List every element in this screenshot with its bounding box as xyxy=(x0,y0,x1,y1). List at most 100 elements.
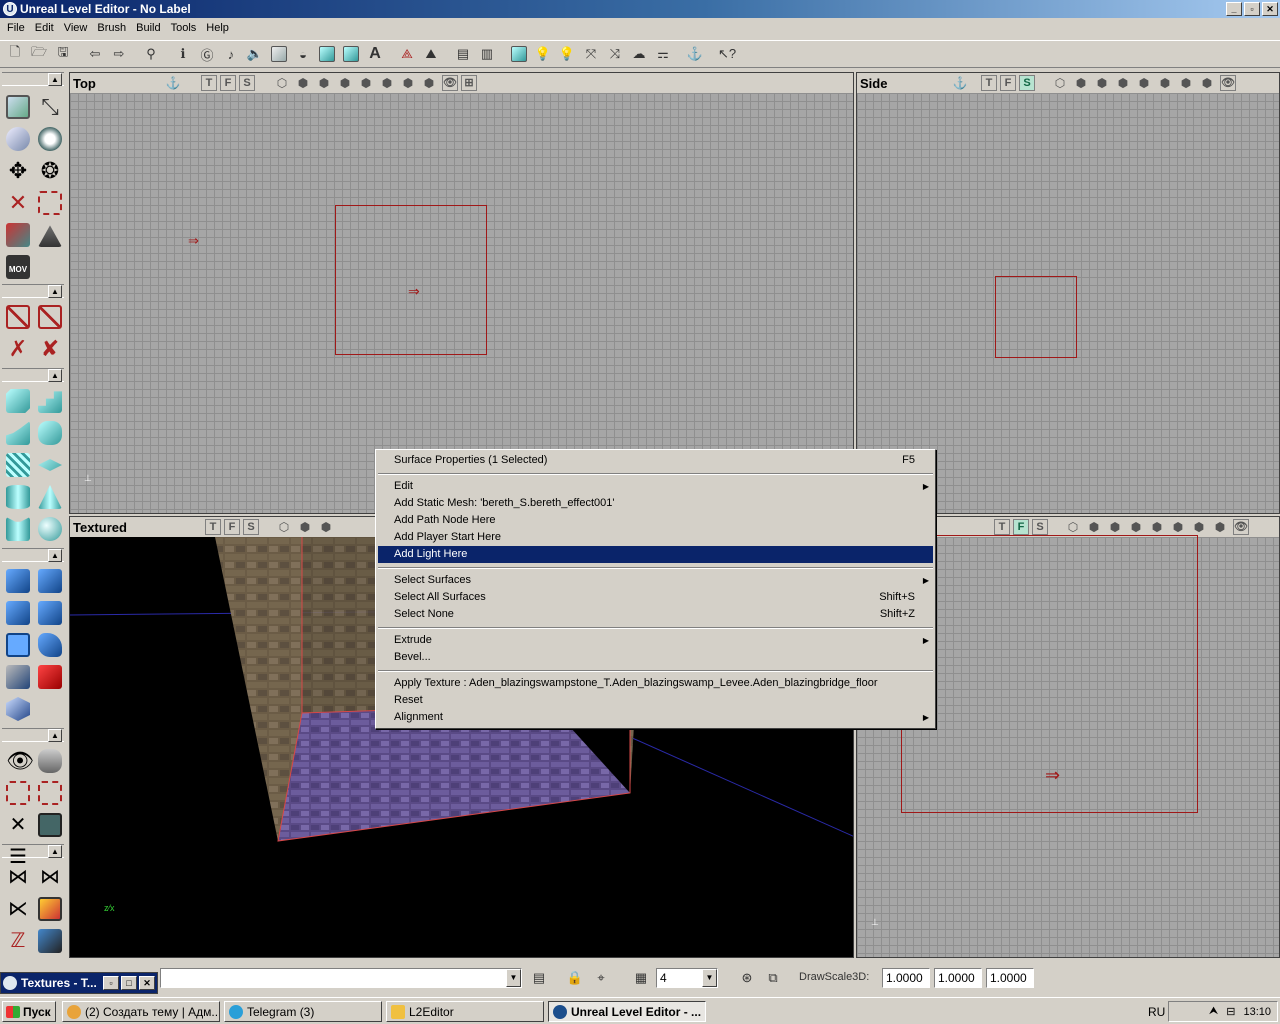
textured-icon[interactable]: ⬢ xyxy=(1149,519,1165,535)
context-menu-item[interactable]: Edit ▶ xyxy=(376,478,935,495)
taskbar-item-l2editor[interactable]: L2Editor xyxy=(386,1001,544,1022)
chevron-down-icon[interactable]: ▼ xyxy=(506,969,521,987)
add-brush-icon[interactable] xyxy=(3,566,33,596)
grid-size-select[interactable]: 4 ▼ xyxy=(656,968,718,988)
face-drag-tool[interactable] xyxy=(35,188,65,218)
view-side-button[interactable]: S xyxy=(1032,519,1048,535)
dynamic-light-icon[interactable]: ⬢ xyxy=(379,75,395,91)
rotate-tool[interactable] xyxy=(3,124,33,154)
light-options-icon[interactable]: 💡 xyxy=(556,43,578,65)
redo-icon[interactable]: ⇨ xyxy=(108,43,130,65)
stairs-builder-icon[interactable] xyxy=(35,386,65,416)
builder-brush[interactable] xyxy=(995,276,1077,358)
start-button[interactable]: Пуск xyxy=(2,1001,56,1022)
show-flags-icon[interactable]: 👁 xyxy=(1220,75,1236,91)
drawscale-x-input[interactable]: 1.0000 xyxy=(882,968,930,988)
curved-stairs-builder-icon[interactable] xyxy=(3,418,33,448)
show-flags-icon[interactable]: 👁 xyxy=(442,75,458,91)
unlit-icon[interactable]: ⬢ xyxy=(1191,519,1207,535)
actor-marker[interactable]: ⇒ xyxy=(188,233,199,249)
zone-icon[interactable]: ⬢ xyxy=(1073,75,1089,91)
side-viewport[interactable]: Side ⚓ T F S ⬡ ⬢ ⬢ ⬢ ⬢ ⬢ ⬢ ⬢ 👁 xyxy=(856,72,1280,514)
new-file-icon[interactable]: 🗋 xyxy=(4,43,26,65)
view-top-button[interactable]: T xyxy=(994,519,1010,535)
chevron-down-icon[interactable]: ▼ xyxy=(702,969,717,987)
viewport-lock-icon[interactable]: ⊞ xyxy=(461,75,477,91)
font-browser-icon[interactable]: A xyxy=(364,43,386,65)
tray-arrow-icon[interactable]: ⮝ xyxy=(1209,1005,1218,1018)
bsp-cuts-icon[interactable]: ⬢ xyxy=(1115,75,1131,91)
menu-build[interactable]: Build xyxy=(131,22,165,34)
sphere-builder-icon[interactable] xyxy=(35,514,65,544)
cube-builder-icon[interactable] xyxy=(3,386,33,416)
texture-browser-icon[interactable] xyxy=(268,43,290,65)
context-help-icon[interactable]: ↖? xyxy=(716,43,738,65)
rotate-camera-tool[interactable] xyxy=(35,124,65,154)
group-browser-icon[interactable]: Ⓖ xyxy=(196,43,218,65)
taskbar-item-browser[interactable]: (2) Создать тему | Адм... xyxy=(62,1001,220,1022)
lighting-only-icon[interactable]: ⬢ xyxy=(1212,519,1228,535)
context-menu-item[interactable]: Select All Surfaces Shift+S xyxy=(376,589,935,606)
wireframe-icon[interactable]: ⬡ xyxy=(274,75,290,91)
build-all-icon[interactable]: ☁ xyxy=(628,43,650,65)
restore-button[interactable]: ▫ xyxy=(103,976,119,990)
collapse-arrow-icon[interactable]: ▲ xyxy=(48,845,62,858)
view-side-button[interactable]: S xyxy=(1019,75,1035,91)
add-static-mesh-icon[interactable] xyxy=(3,694,33,724)
rotation-snap-icon[interactable]: ⊛ xyxy=(738,969,756,987)
texture-browser-minimized[interactable]: Textures - T... ▫ □ ✕ xyxy=(0,972,158,994)
bsp-cuts-icon[interactable]: ⬢ xyxy=(337,75,353,91)
builder-brush[interactable] xyxy=(335,205,487,355)
sheet-builder-icon[interactable] xyxy=(35,450,65,480)
maximize-button[interactable]: □ xyxy=(121,976,137,990)
add-mover-brush-icon[interactable] xyxy=(35,630,65,660)
show-selected-icon[interactable]: 👁 xyxy=(3,746,34,776)
menu-help[interactable]: Help xyxy=(201,22,234,34)
dynamic-light-icon[interactable]: ⬢ xyxy=(1157,75,1173,91)
context-menu-item[interactable]: Add Light Here xyxy=(378,546,933,563)
context-menu-item[interactable]: Apply Texture : Aden_blazingswampstone_T… xyxy=(376,675,935,692)
invert-selection-icon[interactable]: ✕ xyxy=(3,810,33,840)
texture-usage-icon[interactable]: ⬢ xyxy=(316,75,332,91)
movie-tool[interactable]: MOV xyxy=(3,252,33,282)
mirror-y-icon[interactable]: ⋈ xyxy=(35,862,65,892)
unlit-icon[interactable]: ⬢ xyxy=(1178,75,1194,91)
menu-file[interactable]: File xyxy=(2,22,30,34)
view-top-button[interactable]: T xyxy=(205,519,221,535)
context-menu-item[interactable]: Bevel... xyxy=(376,649,935,666)
brush-clip-tool[interactable]: ❂ xyxy=(35,156,65,186)
lock-icon[interactable]: 🔒 xyxy=(566,969,584,987)
undo-icon[interactable]: ⇦ xyxy=(84,43,106,65)
build-options-icon[interactable]: ⤧ xyxy=(580,43,602,65)
mirror-z-icon[interactable]: ⋉ xyxy=(3,894,33,924)
close-button[interactable]: ✕ xyxy=(139,976,155,990)
brush-clip-split-tool[interactable] xyxy=(35,302,65,332)
network-icon[interactable]: ⊟ xyxy=(1226,1005,1235,1018)
terrain-editing-tool[interactable] xyxy=(3,220,33,250)
viewport-pin-icon[interactable]: ⚓ xyxy=(952,75,968,91)
open-file-icon[interactable]: 🗁 xyxy=(28,43,50,65)
add-special-brush-icon[interactable] xyxy=(3,630,33,660)
player-start-marker[interactable]: ⇒ xyxy=(408,283,420,300)
texture-usage-icon[interactable]: ⬢ xyxy=(1094,75,1110,91)
rotation-grid-icon[interactable] xyxy=(35,926,65,956)
lighting-only-icon[interactable]: ⬢ xyxy=(1199,75,1215,91)
dynamic-light-icon[interactable]: ⬢ xyxy=(1170,519,1186,535)
context-menu-item[interactable]: Select Surfaces ▶ xyxy=(376,572,935,589)
context-menu-item[interactable]: Extrude ▶ xyxy=(376,632,935,649)
context-menu-item[interactable]: Surface Properties (1 Selected) F5 xyxy=(376,452,935,469)
collapse-arrow-icon[interactable]: ▲ xyxy=(48,73,62,86)
texture-usage-icon[interactable]: ⬢ xyxy=(1107,519,1123,535)
view-side-button[interactable]: S xyxy=(239,75,255,91)
textured-icon[interactable]: ⬢ xyxy=(358,75,374,91)
menu-brush[interactable]: Brush xyxy=(92,22,131,34)
hide-selected-icon[interactable] xyxy=(35,746,65,776)
matinee-tool[interactable] xyxy=(35,220,65,250)
viewport-pin-icon[interactable]: ⚓ xyxy=(165,75,181,91)
view-front-button[interactable]: F xyxy=(1000,75,1016,91)
add-antiportal-icon[interactable] xyxy=(3,662,33,692)
cone-builder-icon[interactable] xyxy=(35,482,65,512)
textured-icon[interactable]: ⬢ xyxy=(1136,75,1152,91)
crosshair-icon[interactable]: ⌖ xyxy=(592,969,610,987)
app-icon[interactable]: U xyxy=(3,2,17,16)
